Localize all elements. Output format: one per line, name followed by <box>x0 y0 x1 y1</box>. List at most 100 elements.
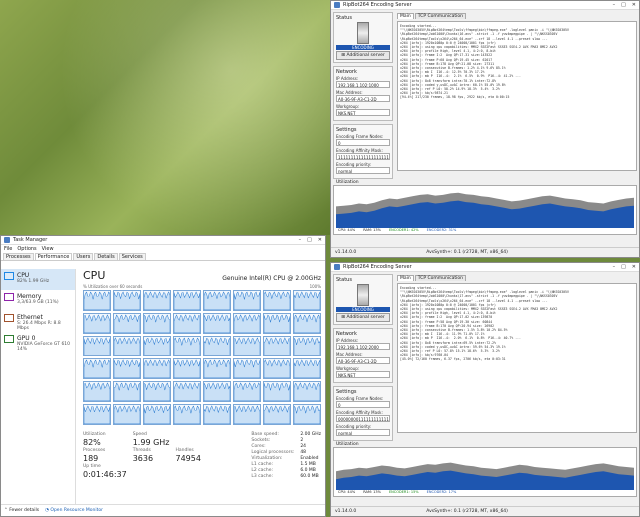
tab-main[interactable]: Main <box>397 275 414 281</box>
logical-processor-graph <box>173 312 201 334</box>
fewer-details-link[interactable]: ⌃ Fewer details <box>4 508 39 513</box>
maximize-icon[interactable]: □ <box>621 2 626 8</box>
mac-field[interactable]: A0-36-9F-A3-C1-2D <box>336 357 390 364</box>
legend-ram: RAM: 13% <box>363 490 381 494</box>
utilization-value: 82% <box>83 438 101 447</box>
tab-tcp-communication[interactable]: TCP Communication <box>414 13 466 19</box>
sidebar-item-memory[interactable]: Memory 3,3/63.9 GB (11%) <box>1 290 75 311</box>
logical-processor-graph <box>83 290 111 311</box>
logical-processor-graph <box>293 381 321 403</box>
open-resource-monitor-link[interactable]: ◔ Open Resource Monitor <box>45 508 103 513</box>
sidebar-item-gpu[interactable]: GPU 0 NVIDIA GeForce GT 610 14% <box>1 332 75 353</box>
cpu-heading: CPU <box>83 269 106 282</box>
additional-server-button[interactable]: ⊞ Additional server <box>336 313 390 322</box>
window-title: RipBot264 Encoding Server <box>343 2 412 8</box>
affinity-field[interactable]: 0000000011111111111111 <box>336 415 390 422</box>
logical-processor-graph <box>173 358 201 380</box>
ripbot-window-2: RipBot264 Encoding Server – □ ✕ Status ENC… <box>330 262 640 517</box>
encoding-log[interactable]: Encoding started... ""\\NKSS0305V\RipBot… <box>397 283 637 433</box>
logical-processor-graph <box>263 404 291 425</box>
spec-value: 60.0 MB <box>300 474 319 479</box>
affinity-label: Encoding Affinity Mask: <box>336 410 383 415</box>
settings-group: Settings Encoding Frame Nodes: 0 Encodin… <box>333 124 393 179</box>
maximize-icon[interactable]: □ <box>621 264 626 270</box>
encoding-badge: ENCODING <box>336 45 390 50</box>
logical-processor-graph <box>293 335 321 357</box>
close-icon[interactable]: ✕ <box>632 264 636 270</box>
tab-services[interactable]: Services <box>118 253 146 260</box>
logical-processor-graph <box>293 358 321 380</box>
task-manager-icon <box>4 237 10 243</box>
logical-processor-graph <box>263 358 291 380</box>
tab-details[interactable]: Details <box>94 253 118 260</box>
utilization-graph <box>336 462 634 490</box>
logical-processor-graph <box>233 335 261 357</box>
server-icon <box>336 22 390 44</box>
tab-main[interactable]: Main <box>397 13 414 19</box>
processes-label: Processes <box>83 448 106 453</box>
utilization-label: Utilization <box>336 442 359 447</box>
minimize-icon[interactable]: – <box>299 237 302 243</box>
logical-processor-graph <box>83 358 111 380</box>
logical-processor-graph <box>143 404 171 425</box>
additional-server-button[interactable]: ⊞ Additional server <box>336 51 390 60</box>
menu-file[interactable]: File <box>4 246 12 252</box>
workgroup-field[interactable]: NKS.NET <box>336 109 390 116</box>
frame-nodes-field[interactable]: 0 <box>336 139 390 146</box>
logical-processor-graph <box>233 290 261 311</box>
close-icon[interactable]: ✕ <box>632 2 636 8</box>
utilization-label: Utilization <box>83 432 106 437</box>
logical-processor-graph <box>173 335 201 357</box>
encoding-log[interactable]: Encoding started... ""\\NKSS0305V\RipBot… <box>397 21 637 171</box>
frame-nodes-field[interactable]: 0 <box>336 401 390 408</box>
version-text: v1.14.0.0 <box>335 509 357 514</box>
affinity-label: Encoding Affinity Mask: <box>336 148 383 153</box>
tab-tcp-communication[interactable]: TCP Communication <box>414 275 466 281</box>
logical-processor-graph <box>83 404 111 425</box>
sidebar-item-ethernet[interactable]: Ethernet S: 26.4 Mbps R: 8.8 Mbps <box>1 311 75 332</box>
affinity-field[interactable]: 1111111111111111111111 <box>336 153 390 160</box>
spec-value: 2.00 GHz <box>300 432 321 437</box>
minimize-icon[interactable]: – <box>613 264 616 270</box>
desktop-wallpaper <box>0 0 330 235</box>
logical-processor-graph <box>263 290 291 311</box>
avisynth-text: AvsSynth+: 0.1 (r2728, MT, x86_64) <box>426 250 508 255</box>
tab-performance[interactable]: Performance <box>34 253 73 260</box>
speed-value: 1.99 GHz <box>132 438 170 447</box>
sidebar-item-label: GPU 0 <box>17 335 36 342</box>
sidebar-item-cpu[interactable]: CPU 82% 1.99 GHz <box>1 269 75 290</box>
sidebar-item-sub2: 14% <box>17 347 28 352</box>
ripbot-icon <box>334 264 340 270</box>
maximize-icon[interactable]: □ <box>307 237 312 243</box>
logical-processor-graph <box>173 404 201 425</box>
menu-view[interactable]: View <box>42 246 54 252</box>
close-icon[interactable]: ✕ <box>318 237 322 243</box>
workgroup-field[interactable]: NKS.NET <box>336 371 390 378</box>
window-title: Task Manager <box>13 237 48 243</box>
uptime-label: Up time <box>83 464 101 469</box>
priority-select[interactable]: normal <box>336 167 390 174</box>
network-label: Network <box>336 69 357 75</box>
mac-field[interactable]: A0-36-9F-A3-C1-2D <box>336 95 390 102</box>
logical-processor-graph <box>263 381 291 403</box>
tab-users[interactable]: Users <box>73 253 94 260</box>
logical-processor-graph <box>203 358 231 380</box>
title-bar[interactable]: RipBot264 Encoding Server – □ ✕ <box>331 263 639 272</box>
cpu-panel: CPU Genuine Intel(R) CPU @ 2.00GHz % Uti… <box>83 269 321 504</box>
spec-label: L2 cache: <box>251 468 273 473</box>
sidebar-item-sub: S: 26.4 Mbps R: 8.8 Mbps <box>17 321 61 331</box>
logical-processor-graph <box>263 312 291 334</box>
title-bar[interactable]: RipBot264 Encoding Server – □ ✕ <box>331 1 639 10</box>
tab-processes[interactable]: Processes <box>3 253 34 260</box>
title-bar[interactable]: Task Manager – □ ✕ <box>1 236 325 245</box>
minimize-icon[interactable]: – <box>613 2 616 8</box>
logical-processor-graph <box>143 335 171 357</box>
cpu-model: Genuine Intel(R) CPU @ 2.00GHz <box>222 275 321 282</box>
menu-options[interactable]: Options <box>17 246 36 252</box>
ip-field[interactable]: 192.168.1.102:2000 <box>336 343 390 350</box>
server-icon <box>336 284 390 306</box>
status-footer: ⌃ Fewer details ◔ Open Resource Monitor <box>1 504 325 516</box>
ip-field[interactable]: 192.168.1.102:1000 <box>336 81 390 88</box>
logical-processor-graph <box>203 312 231 334</box>
priority-select[interactable]: normal <box>336 429 390 436</box>
